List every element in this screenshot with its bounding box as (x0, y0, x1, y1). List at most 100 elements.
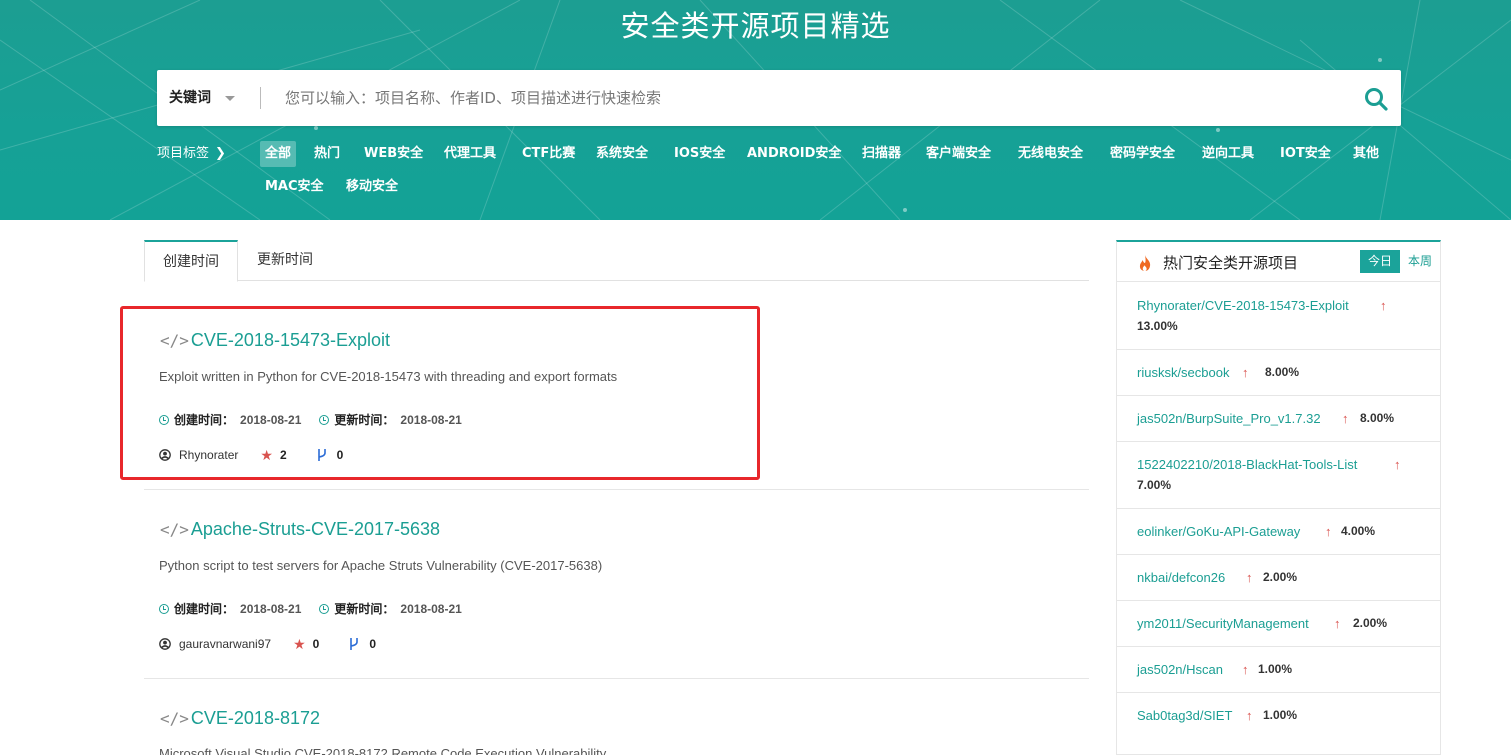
tag-other[interactable]: 其他 (1348, 141, 1384, 167)
star-count: 0 (312, 636, 320, 651)
tag-reverse-tools[interactable]: 逆向工具 (1197, 141, 1259, 167)
arrow-up-icon: ↑ (1242, 365, 1249, 380)
hot-project-item: Rhynorater/CVE-2018-15473-Exploit ↑ 13.0… (1117, 283, 1440, 350)
tag-crypto-security[interactable]: 密码学安全 (1105, 141, 1180, 167)
arrow-up-icon: ↑ (1246, 708, 1253, 723)
search-type-select[interactable]: 关键词 (169, 70, 211, 126)
tag-client-security[interactable]: 客户端安全 (921, 141, 996, 167)
hot-project-item: jas502n/Hscan ↑ 1.00% (1117, 647, 1440, 693)
hot-project-pct: 2.00% (1353, 616, 1388, 630)
hot-project-item: Sab0tag3d/SIET ↑ 1.00% (1117, 693, 1440, 739)
tag-radio-security[interactable]: 无线电安全 (1013, 141, 1088, 167)
hot-project-pct: 1.00% (1263, 708, 1298, 722)
project-description: Microsoft Visual Studio CVE-2018-8172 Re… (159, 746, 607, 755)
clock-icon (319, 604, 330, 614)
tag-ios-security[interactable]: IOS安全 (669, 141, 730, 167)
arrow-up-icon: ↑ (1380, 298, 1387, 313)
tag-ctf[interactable]: CTF比赛 (517, 141, 580, 167)
project-dates: 创建时间： 2018-08-21 更新时间： 2018-08-21 (159, 411, 462, 429)
search-divider (260, 87, 261, 109)
panel-header: 热门安全类开源项目 今日 本周 (1117, 242, 1440, 282)
arrow-up-icon: ↑ (1325, 524, 1332, 539)
fork-count: 0 (369, 636, 376, 651)
tag-android-security[interactable]: ANDROID安全 (742, 141, 846, 167)
hot-project-link[interactable]: jas502n/Hscan (1137, 659, 1223, 680)
created-label: 创建时间： (174, 602, 235, 616)
tag-system-security[interactable]: 系统安全 (591, 141, 653, 167)
arrow-up-icon: ↑ (1394, 457, 1401, 472)
code-icon: </> (160, 520, 189, 539)
tag-iot-security[interactable]: IOT安全 (1275, 141, 1336, 167)
project-title-link[interactable]: </> CVE-2018-8172 (160, 705, 320, 731)
tag-mac-security[interactable]: MAC安全 (260, 174, 329, 200)
hot-project-link[interactable]: ym2011/SecurityManagement (1137, 613, 1309, 634)
card-divider (144, 489, 1089, 490)
search-icon[interactable] (1363, 86, 1389, 112)
fire-icon (1139, 255, 1151, 271)
hot-project-link[interactable]: jas502n/BurpSuite_Pro_v1.7.32 (1137, 408, 1321, 429)
project-title-link[interactable]: </> CVE-2018-15473-Exploit (160, 327, 390, 353)
updated-label: 更新时间： (334, 602, 395, 616)
panel-title: 热门安全类开源项目 (1163, 254, 1299, 272)
hot-project-link[interactable]: Sab0tag3d/SIET (1137, 705, 1232, 726)
clock-icon (159, 415, 169, 425)
hot-projects-panel: 热门安全类开源项目 今日 本周 Rhynorater/CVE-2018-1547… (1116, 240, 1441, 755)
caret-down-icon[interactable] (225, 96, 235, 101)
hot-project-item: eolinker/GoKu-API-Gateway ↑ 4.00% (1117, 509, 1440, 555)
search-input[interactable] (285, 80, 1335, 116)
tags-label-text: 项目标签 (157, 146, 210, 161)
hot-project-link[interactable]: nkbai/defcon26 (1137, 567, 1225, 588)
hot-project-link[interactable]: Rhynorater/CVE-2018-15473-Exploit (1137, 295, 1349, 316)
code-icon: </> (160, 331, 189, 350)
hot-project-link[interactable]: 1522402210/2018-BlackHat-Tools-List (1137, 454, 1357, 475)
tag-all[interactable]: 全部 (260, 141, 297, 167)
author-name[interactable]: gauravnarwani97 (179, 637, 271, 651)
search-bar: 关键词 (157, 70, 1401, 126)
tab-created-time[interactable]: 创建时间 (144, 240, 238, 282)
created-label: 创建时间： (174, 413, 235, 427)
user-icon (159, 448, 171, 461)
project-title-link[interactable]: </> Apache-Struts-CVE-2017-5638 (160, 516, 440, 542)
tab-updated-time[interactable]: 更新时间 (240, 240, 330, 281)
fork-count: 0 (336, 447, 344, 462)
author-name[interactable]: Rhynorater (179, 448, 238, 462)
project-description: Exploit written in Python for CVE-2018-1… (159, 369, 618, 384)
project-name[interactable]: CVE-2018-8172 (191, 708, 320, 728)
header-banner: 安全类开源项目精选 关键词 项目标签 ❯ 全部 热门 WEB安全 代理工具 CTF… (0, 0, 1511, 220)
star-count: 2 (279, 447, 287, 462)
project-name[interactable]: Apache-Struts-CVE-2017-5638 (191, 519, 440, 539)
star-icon: ★ (260, 446, 273, 463)
arrow-up-icon: ↑ (1342, 411, 1349, 426)
project-name[interactable]: CVE-2018-15473-Exploit (191, 330, 390, 350)
hot-project-item: ym2011/SecurityManagement ↑ 2.00% (1117, 601, 1440, 647)
clock-icon (319, 415, 330, 425)
arrow-up-icon: ↑ (1334, 616, 1341, 631)
hot-project-pct: 13.00% (1137, 319, 1178, 333)
fork-icon (317, 448, 326, 461)
fork-icon (350, 637, 359, 650)
user-icon (159, 637, 171, 650)
card-divider (144, 678, 1089, 679)
hot-project-pct: 1.00% (1258, 662, 1293, 676)
project-card: </> CVE-2018-15473-Exploit Exploit writte… (144, 310, 1089, 490)
tag-hot[interactable]: 热门 (309, 141, 345, 167)
hot-project-pct: 2.00% (1263, 570, 1298, 584)
created-value: 2018-08-21 (240, 602, 302, 616)
tag-scanner[interactable]: 扫描器 (857, 141, 906, 167)
arrow-up-icon: ↑ (1242, 662, 1249, 677)
hot-project-link[interactable]: riusksk/secbook (1137, 362, 1229, 383)
hot-project-link[interactable]: eolinker/GoKu-API-Gateway (1137, 521, 1300, 542)
tag-web-security[interactable]: WEB安全 (359, 141, 428, 167)
tab-today[interactable]: 今日 (1360, 250, 1400, 273)
chevron-right-icon: ❯ (215, 146, 226, 161)
updated-value: 2018-08-21 (400, 413, 462, 427)
tab-this-week[interactable]: 本周 (1404, 250, 1436, 273)
hot-project-pct: 8.00% (1265, 365, 1300, 379)
created-value: 2018-08-21 (240, 413, 302, 427)
tag-mobile-security[interactable]: 移动安全 (341, 174, 403, 200)
project-dates: 创建时间： 2018-08-21 更新时间： 2018-08-21 (159, 600, 462, 618)
hot-project-item: nkbai/defcon26 ↑ 2.00% (1117, 555, 1440, 601)
updated-label: 更新时间： (334, 413, 395, 427)
hot-project-item: 1522402210/2018-BlackHat-Tools-List ↑ 7.… (1117, 442, 1440, 509)
tag-proxy-tools[interactable]: 代理工具 (439, 141, 501, 167)
